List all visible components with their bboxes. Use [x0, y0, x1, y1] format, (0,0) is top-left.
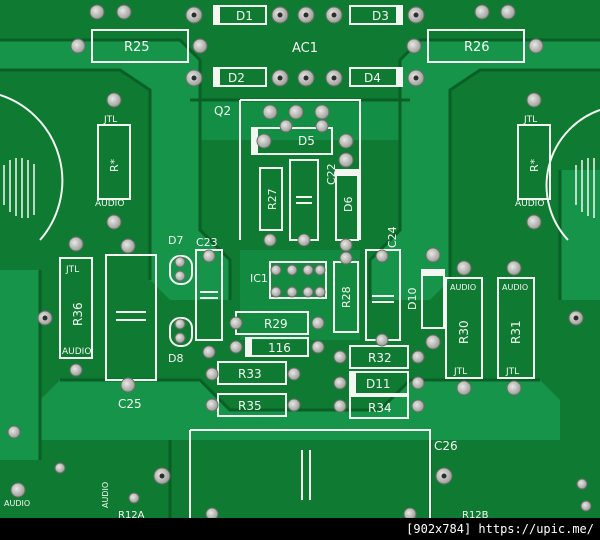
label-jtl-left: JTL	[103, 115, 117, 125]
label-audio-c25: AUDIO	[101, 482, 110, 508]
label-audio-bottom-left: AUDIO	[4, 499, 30, 508]
label-c24: C24	[386, 226, 399, 248]
label-rstar-left: R*	[108, 158, 121, 172]
label-r30: R30	[457, 320, 471, 344]
label-d8: D8	[168, 352, 183, 365]
label-116: 116	[268, 341, 291, 355]
label-c23: C23	[196, 236, 218, 249]
label-audio-right: AUDIO	[515, 199, 544, 209]
label-jtl-right: JTL	[523, 115, 537, 125]
label-ic1: IC1	[250, 272, 268, 285]
label-ac1: AC1	[292, 41, 318, 56]
label-d10: D10	[406, 288, 419, 310]
watermark-bar: [902x784] https://upic.me/	[0, 518, 600, 540]
label-r28: R28	[340, 286, 353, 308]
label-audio-left: AUDIO	[95, 199, 124, 209]
label-rstar-right: R*	[528, 158, 541, 172]
label-r29: R29	[264, 317, 288, 331]
label-r32: R32	[368, 351, 392, 365]
label-c26: C26	[434, 439, 458, 453]
label-r35: R35	[238, 399, 262, 413]
pcb-artwork: D1 D3 R25 R26 AC1 D2 D4 Q2 D5 JTL JTL AU…	[0, 0, 600, 521]
label-jtl-r31: JTL	[505, 367, 519, 377]
label-r27: R27	[266, 188, 279, 210]
pcb-board: D1 D3 R25 R26 AC1 D2 D4 Q2 D5 JTL JTL AU…	[0, 0, 600, 540]
label-r26: R26	[464, 40, 490, 55]
label-jtl-r36: JTL	[65, 265, 79, 275]
label-audio-r30: AUDIO	[450, 283, 476, 292]
watermark-caption: [902x784] https://upic.me/	[406, 522, 594, 536]
label-d2: D2	[228, 71, 245, 85]
label-r36: R36	[71, 302, 85, 326]
label-c25: C25	[118, 397, 142, 411]
label-d5: D5	[298, 134, 315, 148]
label-d7: D7	[168, 234, 183, 247]
label-d3: D3	[372, 9, 389, 23]
label-c22: C22	[325, 163, 338, 185]
label-d1: D1	[236, 9, 253, 23]
label-audio-r36: AUDIO	[62, 347, 91, 357]
label-q2: Q2	[214, 104, 231, 118]
label-d4: D4	[364, 71, 381, 85]
label-d6: D6	[342, 197, 355, 212]
label-jtl-r30: JTL	[453, 367, 467, 377]
label-r34: R34	[368, 401, 392, 415]
label-r25: R25	[124, 40, 150, 55]
label-r31: R31	[509, 320, 523, 344]
label-d11: D11	[366, 377, 391, 391]
label-r33: R33	[238, 367, 262, 381]
label-audio-r31: AUDIO	[502, 283, 528, 292]
